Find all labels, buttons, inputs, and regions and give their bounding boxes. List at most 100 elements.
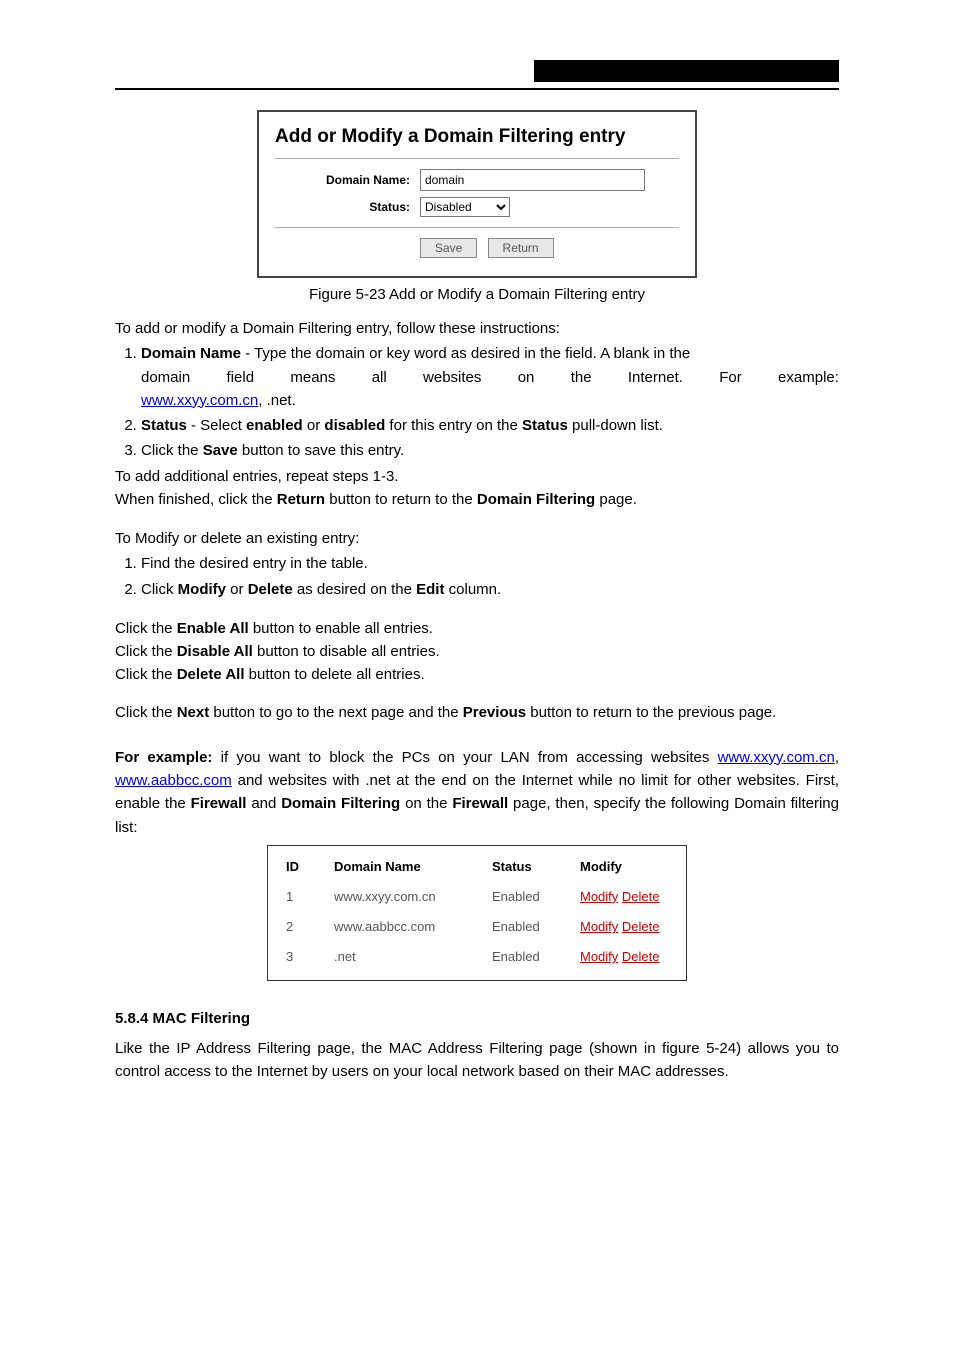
panel-divider bbox=[275, 158, 679, 159]
add-more: To add additional entries, repeat steps … bbox=[115, 465, 839, 488]
fa: When finished, click the bbox=[115, 491, 277, 508]
m2b: Modify bbox=[178, 581, 226, 598]
s2b: - Select bbox=[187, 417, 246, 434]
example-link-1[interactable]: www.xxyy.com.cn bbox=[141, 392, 258, 409]
m2f: Edit bbox=[416, 581, 444, 598]
status-select[interactable]: Disabled bbox=[420, 197, 510, 217]
modify-link[interactable]: Modify bbox=[580, 919, 618, 934]
ex-link2[interactable]: www.aabbcc.com bbox=[115, 772, 232, 789]
ex-b: if you want to block the PCs on your LAN… bbox=[212, 749, 717, 766]
status-label: Status: bbox=[275, 200, 420, 214]
s3b: Save bbox=[203, 442, 238, 459]
step2-label: Status bbox=[141, 417, 187, 434]
th-modify: Modify bbox=[576, 852, 672, 882]
save-button[interactable]: Save bbox=[420, 238, 477, 258]
cell-id: 3 bbox=[282, 942, 330, 972]
domain-filter-table: ID Domain Name Status Modify 1 www.xxyy.… bbox=[267, 845, 687, 982]
modify-link[interactable]: Modify bbox=[580, 949, 618, 964]
fe: page. bbox=[595, 491, 637, 508]
section-heading: 5.8.4 MAC Filtering bbox=[115, 1007, 839, 1030]
w1: domain bbox=[141, 366, 190, 389]
b2b: Disable All bbox=[177, 643, 253, 660]
b3c: button to delete all entries. bbox=[245, 666, 425, 683]
w8: Internet. bbox=[628, 366, 683, 389]
fd: Domain Filtering bbox=[477, 491, 595, 508]
return-button[interactable]: Return bbox=[488, 238, 554, 258]
cell-id: 2 bbox=[282, 912, 330, 942]
cell-domain: www.xxyy.com.cn bbox=[330, 882, 488, 912]
delete-link[interactable]: Delete bbox=[622, 889, 660, 904]
enable-all-line: Click the Enable All button to enable al… bbox=[115, 617, 839, 640]
b1c: button to enable all entries. bbox=[249, 620, 433, 637]
ex-lead: For example: bbox=[115, 749, 212, 766]
nc: button to go to the next page and the bbox=[209, 704, 463, 721]
status-row: Status: Disabled bbox=[275, 197, 679, 217]
example-para: For example: if you want to block the PC… bbox=[115, 746, 839, 839]
cell-modify: Modify Delete bbox=[576, 882, 672, 912]
s3c: button to save this entry. bbox=[238, 442, 404, 459]
panel-title: Add or Modify a Domain Filtering entry bbox=[275, 126, 679, 148]
ex-and: and bbox=[246, 795, 281, 812]
step1-after: , .net. bbox=[258, 392, 296, 409]
delete-link[interactable]: Delete bbox=[622, 949, 660, 964]
finished-line: When finished, click the Return button t… bbox=[115, 488, 839, 511]
ex-link1[interactable]: www.xxyy.com.cn bbox=[718, 749, 835, 766]
ex-df: Domain Filtering bbox=[281, 795, 400, 812]
m2d: Delete bbox=[248, 581, 293, 598]
cell-domain: .net bbox=[330, 942, 488, 972]
cell-status: Enabled bbox=[488, 912, 576, 942]
w2: field bbox=[227, 366, 255, 389]
table-row: 1 www.xxyy.com.cn Enabled Modify Delete bbox=[282, 882, 672, 912]
panel-button-row: Save Return bbox=[275, 227, 679, 258]
s2g: Status bbox=[522, 417, 568, 434]
na: Click the bbox=[115, 704, 177, 721]
mod-step-2: Click Modify or Delete as desired on the… bbox=[141, 578, 839, 601]
step1-line2: domain field means all websites on the I… bbox=[141, 366, 839, 389]
m2g: column. bbox=[444, 581, 501, 598]
domain-name-row: Domain Name: bbox=[275, 169, 679, 191]
ex-on: on the bbox=[400, 795, 452, 812]
ex-fwp: Firewall bbox=[452, 795, 508, 812]
delete-all-line: Click the Delete All button to delete al… bbox=[115, 663, 839, 686]
w4: all bbox=[372, 366, 387, 389]
table-row: 2 www.aabbcc.com Enabled Modify Delete bbox=[282, 912, 672, 942]
th-domain: Domain Name bbox=[330, 852, 488, 882]
fb: Return bbox=[277, 491, 325, 508]
header-divider bbox=[115, 88, 839, 90]
th-id: ID bbox=[282, 852, 330, 882]
b1a: Click the bbox=[115, 620, 177, 637]
b3a: Click the bbox=[115, 666, 177, 683]
disable-all-line: Click the Disable All button to disable … bbox=[115, 640, 839, 663]
s2c: enabled bbox=[246, 417, 303, 434]
step-1: Domain Name - Type the domain or key wor… bbox=[141, 342, 839, 412]
delete-link[interactable]: Delete bbox=[622, 919, 660, 934]
w10: example: bbox=[778, 366, 839, 389]
step-2: Status - Select enabled or disabled for … bbox=[141, 414, 839, 437]
section-title: MAC Filtering bbox=[153, 1010, 251, 1027]
modify-link[interactable]: Modify bbox=[580, 889, 618, 904]
m2c: or bbox=[226, 581, 248, 598]
modify-head: To Modify or delete an existing entry: bbox=[115, 527, 839, 550]
domain-name-label: Domain Name: bbox=[275, 173, 420, 187]
step-3: Click the Save button to save this entry… bbox=[141, 439, 839, 462]
w9: For bbox=[719, 366, 742, 389]
domain-name-input[interactable] bbox=[420, 169, 645, 191]
s3a: Click the bbox=[141, 442, 203, 459]
cell-status: Enabled bbox=[488, 942, 576, 972]
cell-domain: www.aabbcc.com bbox=[330, 912, 488, 942]
cell-id: 1 bbox=[282, 882, 330, 912]
cell-status: Enabled bbox=[488, 882, 576, 912]
cell-modify: Modify Delete bbox=[576, 912, 672, 942]
th-status: Status bbox=[488, 852, 576, 882]
domain-filter-panel: Add or Modify a Domain Filtering entry D… bbox=[257, 110, 697, 278]
w7: the bbox=[571, 366, 592, 389]
b2a: Click the bbox=[115, 643, 177, 660]
figure-caption: Figure 5-23 Add or Modify a Domain Filte… bbox=[115, 286, 839, 303]
ex-sep: , bbox=[835, 749, 839, 766]
mod-step-1: Find the desired entry in the table. bbox=[141, 552, 839, 575]
step1-label: Domain Name bbox=[141, 345, 241, 362]
section-num: 5.8.4 bbox=[115, 1010, 153, 1027]
s2e: disabled bbox=[324, 417, 385, 434]
w3: means bbox=[290, 366, 335, 389]
b1b: Enable All bbox=[177, 620, 249, 637]
